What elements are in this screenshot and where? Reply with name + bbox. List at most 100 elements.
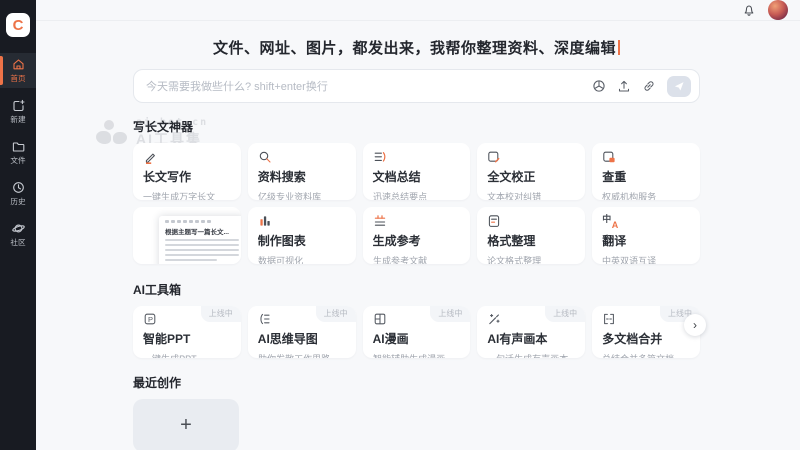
card-ai-audiobook[interactable]: 上线中 AI有声画本 一句话生成有声画本 — [477, 306, 585, 358]
prompt-input[interactable]: 今天需要我做些什么? shift+enter换行 — [133, 69, 700, 103]
send-button[interactable] — [667, 76, 691, 97]
card-title: 生成参考 — [373, 232, 461, 249]
preview-text-line — [165, 239, 239, 242]
card-subtitle: 论文格式整理 — [487, 253, 570, 264]
new-creation-tile[interactable]: + — [133, 399, 239, 450]
card-format-cleanup[interactable]: 格式整理 论文格式整理 — [477, 207, 585, 264]
card-subtitle: 迅速总结要点 — [373, 189, 456, 200]
history-icon — [12, 181, 25, 194]
hero-title: 文件、网址、图片，都发出来，我帮你整理资料、深度编辑 — [133, 37, 700, 58]
card-title: 智能PPT — [143, 330, 231, 347]
writer-row1: 长文写作 一键生成万字长文 资料搜索 亿级专业资料库 文档总结 迅速总结要点 — [133, 143, 700, 200]
sidebar-item-new[interactable]: 新建 — [0, 94, 36, 129]
model-sphere-icon[interactable] — [592, 79, 606, 93]
card-subtitle: 一句话生成有声画本 — [487, 351, 570, 358]
card-subtitle: 一键生成万字长文 — [143, 189, 226, 200]
card-merge-docs[interactable]: 上线中 多文档合并 总结合并多篇文档 — [592, 306, 700, 358]
link-icon[interactable] — [642, 79, 656, 93]
sidebar-item-label: 社区 — [10, 237, 25, 247]
sidebar-item-label: 新建 — [10, 114, 25, 124]
card-ai-mindmap[interactable]: 上线中 AI思维导图 助你发散工作思路 — [248, 306, 356, 358]
chart-icon — [258, 214, 346, 228]
plagiarism-icon — [602, 150, 690, 164]
content: ai-bot.cn AI工具集 文件、网址、图片，都发出来，我帮你整理资料、深度… — [36, 21, 800, 450]
scroll-right-button[interactable]: › — [684, 314, 706, 336]
card-title: 格式整理 — [487, 232, 575, 249]
card-ai-comic[interactable]: 上线中 AI漫画 智能辅助生成漫画 — [363, 306, 471, 358]
sidebar-item-label: 文件 — [10, 155, 25, 165]
section-title-toolbox: AI工具箱 — [133, 281, 700, 298]
prompt-placeholder: 今天需要我做些什么? shift+enter换行 — [146, 78, 592, 94]
user-avatar[interactable] — [768, 0, 788, 20]
card-subtitle: 权威机构服务 — [602, 189, 685, 200]
status-badge: 上线中 — [316, 306, 356, 322]
sidebar-item-community[interactable]: 社区 — [0, 217, 36, 252]
sidebar-item-home[interactable]: 首页 — [0, 53, 36, 88]
app-window: C 首页 新建 文件 — [0, 0, 800, 450]
card-make-charts[interactable]: 制作图表 数据可视化 — [248, 207, 356, 264]
sidebar-nav: 首页 新建 文件 历史 — [0, 53, 36, 252]
status-badge: 上线中 — [201, 306, 241, 322]
app-logo[interactable]: C — [6, 13, 30, 37]
format-icon — [487, 214, 575, 228]
svg-text:P: P — [148, 315, 153, 324]
card-subtitle: 亿级专业资料库 — [258, 189, 341, 200]
card-title: 文档总结 — [373, 168, 461, 185]
plus-icon: + — [180, 414, 192, 437]
watermark-paw-icon — [96, 120, 130, 146]
preview-title: 根据主题写一篇长文... — [165, 226, 239, 236]
card-long-writing[interactable]: 长文写作 一键生成万字长文 — [133, 143, 241, 200]
preview-text-line — [165, 259, 217, 262]
section-title-recent: 最近创作 — [133, 374, 700, 391]
card-doc-summary[interactable]: 文档总结 迅速总结要点 — [363, 143, 471, 200]
preview-text-line — [165, 249, 239, 252]
summary-icon — [373, 150, 461, 164]
card-subtitle: 中英双语互译 — [602, 253, 685, 264]
preview-text-line — [165, 244, 239, 247]
preview-toolbar — [165, 220, 239, 223]
folder-icon — [12, 140, 25, 153]
card-translate[interactable]: 中A 翻译 中英双语互译 — [592, 207, 700, 264]
card-title: AI有声画本 — [487, 330, 575, 347]
status-badge: 上线中 — [545, 306, 585, 322]
card-subtitle: 生成参考文献 — [373, 253, 456, 264]
card-title: 全文校正 — [487, 168, 575, 185]
translate-icon: 中A — [602, 214, 690, 228]
card-subtitle: 总结合并多篇文档 — [602, 351, 685, 358]
logo-letter: C — [13, 18, 24, 33]
topbar — [36, 0, 800, 21]
card-title: 制作图表 — [258, 232, 346, 249]
card-proofread[interactable]: 全文校正 文本校对纠错 — [477, 143, 585, 200]
card-subtitle: 助你发散工作思路 — [258, 351, 341, 358]
card-research-search[interactable]: 资料搜索 亿级专业资料库 — [248, 143, 356, 200]
card-title: 查重 — [602, 168, 690, 185]
card-plagiarism-check[interactable]: 查重 权威机构服务 — [592, 143, 700, 200]
home-icon — [12, 58, 25, 71]
card-title: 长文写作 — [143, 168, 231, 185]
card-generate-references[interactable]: 生成参考 生成参考文献 — [363, 207, 471, 264]
pencil-icon — [143, 150, 231, 164]
card-title: 资料搜索 — [258, 168, 346, 185]
toolbox-row: 上线中 P 智能PPT 一键生成PPT 上线中 AI思维导图 助你发散工作思路 — [133, 306, 700, 358]
writer-row2: 根据主题写一篇长文... 制作图表 数据可视化 — [133, 207, 700, 264]
card-subtitle: 数据可视化 — [258, 253, 341, 264]
community-icon — [12, 222, 25, 235]
notification-bell-icon[interactable] — [742, 3, 756, 17]
card-writing-preview[interactable]: 根据主题写一篇长文... — [133, 207, 241, 264]
proofread-icon — [487, 150, 575, 164]
text-caret — [618, 40, 620, 55]
sidebar: C 首页 新建 文件 — [0, 0, 36, 450]
reference-icon — [373, 214, 461, 228]
card-title: AI漫画 — [373, 330, 461, 347]
card-subtitle: 智能辅助生成漫画 — [373, 351, 456, 358]
card-subtitle: 一键生成PPT — [143, 351, 226, 358]
card-subtitle: 文本校对纠错 — [487, 189, 570, 200]
status-badge: 上线中 — [430, 306, 470, 322]
sidebar-item-history[interactable]: 历史 — [0, 176, 36, 211]
card-title: AI思维导图 — [258, 330, 346, 347]
section-title-writer: 写长文神器 — [133, 118, 700, 135]
card-smart-ppt[interactable]: 上线中 P 智能PPT 一键生成PPT — [133, 306, 241, 358]
card-title: 多文档合并 — [602, 330, 690, 347]
upload-icon[interactable] — [617, 79, 631, 93]
sidebar-item-files[interactable]: 文件 — [0, 135, 36, 170]
